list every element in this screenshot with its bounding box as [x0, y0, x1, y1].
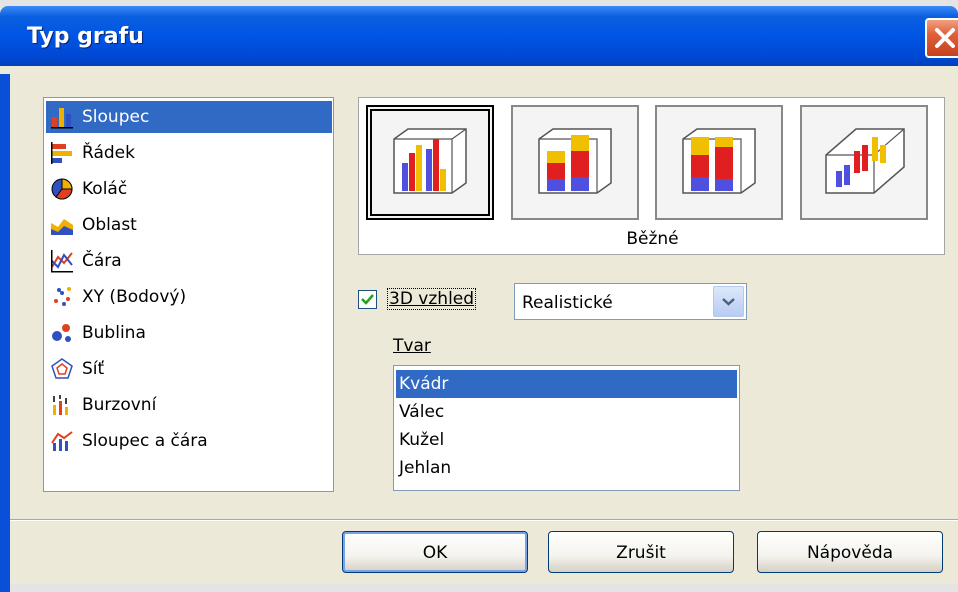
chevron-down-icon [722, 298, 735, 306]
chart-type-item-stock[interactable]: Burzovní [46, 389, 332, 421]
chart-type-label: Burzovní [82, 395, 157, 415]
chart-type-item-line[interactable]: Čára [46, 245, 332, 277]
shape-label: Tvar [393, 336, 431, 356]
chart-type-item-bar[interactable]: Řádek [46, 137, 332, 169]
chart-type-item-net[interactable]: Síť [46, 353, 332, 385]
look-3d-checkbox[interactable] [358, 289, 377, 309]
chart-type-item-column-line[interactable]: Sloupec a čára [46, 425, 332, 457]
shape-list[interactable]: Kvádr Válec Kužel Jehlan [393, 365, 740, 491]
variant-deep[interactable] [800, 105, 928, 220]
shape-item[interactable]: Kvádr [396, 370, 737, 398]
chart-variant-panel: Běžné [358, 97, 945, 255]
chart-type-item-scatter[interactable]: XY (Bodový) [46, 281, 332, 313]
column-line-chart-icon [51, 431, 73, 451]
chart-type-label: Sloupec [82, 107, 150, 127]
shape-item[interactable]: Válec [396, 398, 737, 426]
line-chart-icon [51, 250, 73, 273]
chart-type-label: Oblast [82, 215, 137, 235]
stock-chart-icon [53, 395, 68, 415]
shape-item[interactable]: Jehlan [396, 454, 737, 482]
cancel-button[interactable]: Zrušit [548, 531, 734, 573]
checkmark-icon [361, 293, 374, 305]
scheme-select-value: Realistické [522, 293, 613, 313]
net-chart-icon [51, 358, 73, 379]
chart-type-label: Řádek [82, 143, 135, 163]
chart-type-label: Čára [82, 251, 122, 271]
close-icon [935, 28, 955, 48]
ok-button[interactable]: OK [342, 531, 528, 573]
help-button[interactable]: Nápověda [757, 531, 943, 573]
area-chart-icon [51, 219, 73, 235]
variant-percent-stacked[interactable] [655, 105, 783, 220]
chart-type-item-area[interactable]: Oblast [46, 209, 332, 241]
chart-type-label: XY (Bodový) [82, 287, 187, 307]
chart-type-item-column[interactable]: Sloupec [46, 101, 332, 133]
window-frame-left [0, 74, 10, 592]
chart-type-label: Bublina [82, 323, 146, 343]
chart-type-item-pie[interactable]: Koláč [46, 173, 332, 205]
deep-column-3d-icon [825, 127, 905, 194]
normal-column-3d-icon [393, 127, 467, 194]
look-3d-label[interactable]: 3D vzhled [387, 288, 477, 310]
percent-stacked-column-3d-icon [682, 127, 756, 194]
bar-chart-icon [51, 142, 72, 164]
dropdown-button[interactable] [713, 286, 744, 317]
variant-name-label: Běžné [626, 229, 679, 249]
chart-type-item-bubble[interactable]: Bublina [46, 317, 332, 349]
variant-stacked[interactable] [511, 105, 639, 220]
chart-type-label: Síť [82, 359, 105, 379]
chart-type-label: Sloupec a čára [82, 431, 208, 451]
close-button[interactable] [925, 18, 958, 58]
shape-item[interactable]: Kužel [396, 426, 737, 454]
scatter-chart-icon [54, 287, 71, 306]
chart-type-list[interactable]: Sloupec Řádek Koláč Oblast Čára XY (Bodo… [43, 97, 334, 492]
chart-type-label: Koláč [82, 179, 128, 199]
look-3d-scheme-select[interactable]: Realistické [514, 283, 747, 320]
button-separator [10, 519, 958, 521]
title-bar[interactable]: Typ grafu [0, 6, 958, 66]
look-3d-row[interactable]: 3D vzhled [358, 288, 477, 310]
column-chart-icon [51, 108, 73, 129]
window-title: Typ grafu [27, 24, 144, 49]
bubble-chart-icon [52, 324, 71, 342]
stacked-column-3d-icon [538, 127, 612, 194]
pie-chart-icon [51, 178, 73, 200]
variant-normal[interactable] [366, 105, 494, 220]
